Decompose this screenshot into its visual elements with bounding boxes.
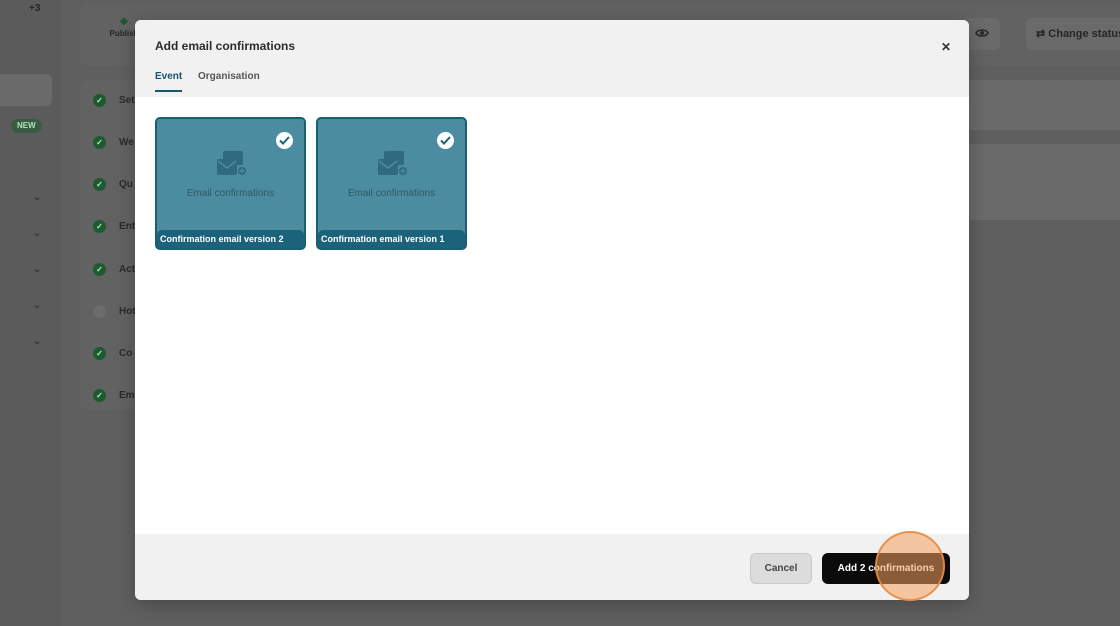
chevron-down-icon[interactable]: ⌄	[32, 264, 42, 275]
template-card[interactable]: Email confirmations Confirmation email v…	[316, 117, 467, 250]
checklist-item-label: Em	[119, 390, 135, 401]
dialog-title: Add email confirmations	[155, 39, 296, 53]
check-circle-icon: ✓	[93, 178, 106, 191]
chevron-down-icon[interactable]: ⌄	[32, 300, 42, 311]
template-thumbnail-caption: Email confirmations	[186, 188, 275, 199]
close-button[interactable]: ✕	[937, 38, 955, 56]
checklist-item-label: Set	[119, 95, 135, 106]
add-email-confirmations-dialog: Add email confirmations ✕ Event Organisa…	[135, 20, 969, 600]
checklist-item-label: We	[119, 137, 134, 148]
template-card[interactable]: Email confirmations Confirmation email v…	[155, 117, 306, 250]
change-status-label: Change status	[1048, 28, 1120, 40]
template-name: Confirmation email version 2	[160, 234, 284, 244]
dialog-header: Add email confirmations ✕ Event Organisa…	[135, 20, 969, 97]
close-icon: ✕	[940, 40, 952, 54]
chevron-down-icon[interactable]: ⌄	[32, 228, 42, 239]
email-templates-icon	[378, 151, 407, 175]
background-panel	[968, 144, 1120, 220]
check-circle-icon: ✓	[93, 136, 106, 149]
template-name-bar: Confirmation email version 2	[157, 230, 304, 248]
checklist-item-label: Ent	[119, 221, 136, 232]
tab-organisation[interactable]: Organisation	[198, 71, 260, 90]
checklist-item-label: Hot	[119, 306, 136, 317]
selected-check-icon[interactable]	[437, 132, 454, 149]
template-name-bar: Confirmation email version 1	[318, 230, 465, 248]
dialog-footer: Cancel Add 2 confirmations	[135, 534, 969, 600]
check-circle-icon: ✓	[93, 347, 106, 360]
swap-icon: ⇄	[1036, 28, 1046, 40]
chevron-down-icon[interactable]: ⌄	[32, 336, 42, 347]
tab-event[interactable]: Event	[155, 71, 183, 92]
template-name: Confirmation email version 1	[321, 234, 445, 244]
cancel-button[interactable]: Cancel	[750, 553, 812, 584]
sidebar: +3 NEW ⌄ ⌄ ⌄ ⌄ ⌄	[0, 0, 61, 626]
sidebar-counter: +3	[29, 3, 41, 14]
template-thumbnail-caption: Email confirmations	[347, 188, 436, 199]
eye-icon	[975, 29, 989, 37]
selected-check-icon[interactable]	[276, 132, 293, 149]
checklist-item-label: Qu	[119, 179, 133, 190]
background-panel	[968, 80, 1120, 130]
sidebar-active-item[interactable]	[0, 74, 52, 106]
checklist-item-label: Co	[119, 348, 133, 359]
add-confirmations-button[interactable]: Add 2 confirmations	[822, 553, 950, 584]
chevron-down-icon[interactable]: ⌄	[32, 192, 42, 203]
checklist-item-label: Act	[119, 264, 136, 275]
check-circle-icon: ✓	[93, 220, 106, 233]
pending-circle-icon: ✓	[93, 305, 106, 318]
check-circle-icon: ✓	[93, 263, 106, 276]
publish-icon: ◆	[120, 16, 128, 27]
new-badge: NEW	[11, 119, 42, 133]
check-circle-icon: ✓	[93, 389, 106, 402]
change-status-button[interactable]: ⇄ Change status	[1026, 18, 1120, 50]
check-circle-icon: ✓	[93, 94, 106, 107]
email-templates-icon	[217, 151, 246, 175]
